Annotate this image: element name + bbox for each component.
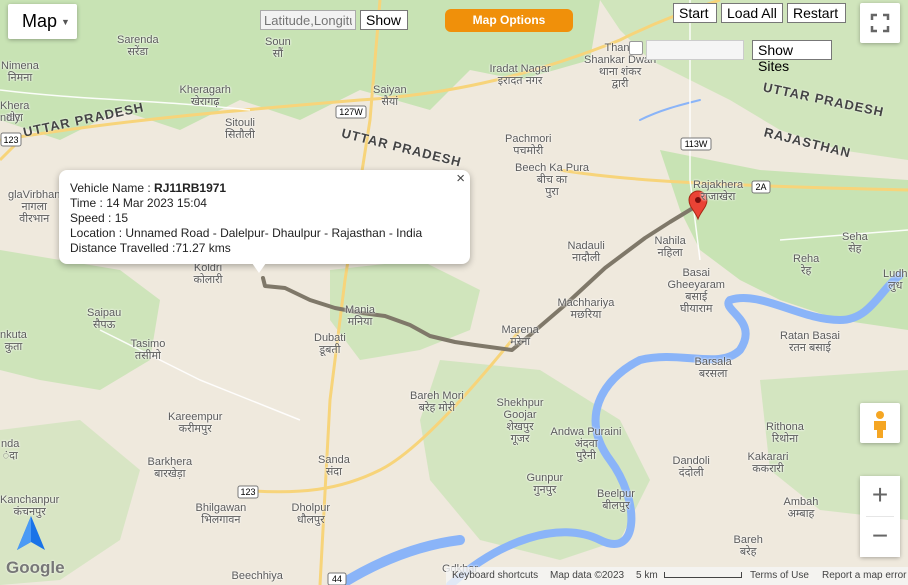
place-label: Beelpur बीलपुर	[597, 488, 635, 512]
scale-bar	[664, 572, 742, 578]
scale-label[interactable]: 5 km	[636, 570, 658, 581]
place-label: Dandoli दंदोली	[672, 455, 710, 479]
svg-text:123: 123	[3, 135, 18, 145]
place-label: Shekhpur Goojar शेखपुर गूजर	[496, 397, 544, 445]
fullscreen-button[interactable]	[860, 3, 900, 43]
place-label: Dholpur धौलपुर	[291, 502, 331, 526]
info-window-pointer	[252, 263, 266, 273]
place-label: Rithona रिथोना	[766, 421, 804, 445]
place-label: Sarenda सरेंडा	[117, 34, 159, 58]
google-logo: Google	[6, 558, 65, 577]
dropdown-arrow-icon: ▼	[61, 16, 70, 27]
place-label: Bareh Mori बरेह मोरी	[410, 390, 464, 414]
load-all-button[interactable]: Load All	[721, 3, 783, 23]
place-label: Nahila नहिला	[654, 235, 686, 259]
report-error-link[interactable]: Report a map error	[822, 570, 906, 581]
restart-button[interactable]: Restart	[787, 3, 846, 23]
vehicle-info-window: Vehicle Name : RJ11RB1971 Time : 14 Mar …	[59, 170, 470, 264]
map-footer: Keyboard shortcuts Map data ©2023 5 km T…	[446, 567, 908, 585]
start-button[interactable]: Start	[673, 3, 717, 23]
place-label: Basai Gheeyaram बसाई घीयाराम	[667, 267, 725, 315]
place-label: Ludh लुध	[883, 268, 908, 292]
location-row: Location : Unnamed Road - Dalelpur- Dhau…	[70, 226, 423, 240]
place-label: nkuta कुता	[0, 329, 27, 353]
place-label: Saiyan सैयां	[373, 84, 407, 108]
place-label: Kareempur करीमपुर	[168, 411, 223, 435]
place-label: Kakarari ककरारी	[747, 451, 789, 475]
terms-link[interactable]: Terms of Use	[750, 570, 809, 581]
place-label: Seha सेह	[842, 231, 868, 255]
place-label: Pachmori पचमोरी	[505, 133, 552, 157]
place-label: Ambah अम्बाह	[783, 496, 819, 520]
map-type-button[interactable]: Map ▼	[8, 4, 77, 39]
svg-text:113W: 113W	[685, 139, 708, 149]
place-label: Kheragarh खेरागढ़	[179, 84, 231, 108]
close-icon[interactable]: ×	[456, 171, 465, 186]
map-type-label: Map	[22, 11, 58, 31]
vehicle-name-value: RJ11RB1971	[154, 181, 227, 195]
svg-text:127W: 127W	[339, 107, 363, 117]
zoom-out-button[interactable]: −	[860, 517, 900, 557]
place-label: glaVirbhan नागला वीरभान	[8, 189, 61, 225]
vehicle-name-label: Vehicle Name :	[70, 181, 155, 195]
latlng-input[interactable]	[260, 10, 356, 30]
place-label: Beech Ka Pura बीच का पुरा	[515, 162, 589, 198]
time-row: Time : 14 Mar 2023 15:04	[70, 196, 207, 210]
vehicle-name-row: Vehicle Name : RJ11RB1971	[70, 181, 470, 196]
place-label: Marena मरेना	[501, 324, 539, 348]
place-label: Rajakhera राजाखेरा	[693, 179, 744, 203]
place-label: ndly	[0, 112, 21, 124]
street-view-button[interactable]	[860, 403, 900, 443]
place-label: Koldri कोलारी	[193, 262, 223, 286]
place-label: nda ंदा	[1, 438, 20, 462]
place-label: Machhariya मछरिया	[557, 297, 615, 321]
pegman-icon	[874, 411, 886, 438]
place-label: Sanda संदा	[318, 454, 350, 478]
place-label: Reha रेह	[793, 253, 820, 277]
show-button[interactable]: Show	[360, 10, 408, 30]
place-label: Saipau सैपऊ	[87, 307, 122, 331]
place-label: Dubati डूबती	[314, 332, 346, 356]
place-label: Barsala बरसला	[694, 356, 732, 380]
place-label: Nimena निमना	[1, 60, 39, 84]
place-label: Sitouli सितौली	[225, 117, 255, 141]
map-data-text: Map data ©2023	[550, 570, 625, 581]
speed-row: Speed : 15	[70, 211, 129, 225]
place-label: Andwa Puraini अंदवा पुरैनी	[550, 426, 622, 462]
place-label: Barkhera बारखेड़ा	[147, 456, 193, 480]
svg-text:2A: 2A	[755, 182, 766, 192]
place-label: Nadauli नादौली	[567, 240, 605, 264]
place-label: Mania मनिया	[345, 304, 375, 328]
svg-text:44: 44	[332, 574, 342, 584]
show-sites-checkbox[interactable]	[629, 41, 643, 55]
svg-text:123: 123	[240, 487, 255, 497]
place-label: Ratan Basai रतन बसाई	[780, 330, 840, 354]
fullscreen-icon	[870, 13, 890, 33]
place-label: Bareh बरेह	[733, 534, 763, 558]
show-sites-button[interactable]: Show Sites	[752, 40, 832, 74]
place-label: Gunpur गुनपुर	[526, 472, 564, 496]
navigation-arrow-icon[interactable]	[14, 514, 48, 554]
distance-row: Distance Travelled :71.27 kms	[70, 241, 231, 255]
place-label: Tasimo तसीमो	[130, 338, 166, 362]
zoom-in-button[interactable]: +	[860, 476, 900, 516]
place-label: Soun सौं	[265, 36, 291, 60]
place-label: Bhilgawan भिलगावन	[195, 502, 247, 526]
place-label: Iradat Nagar इरादत नगर	[489, 63, 551, 87]
map-options-button[interactable]: Map Options	[445, 9, 573, 32]
place-label: Beechhiya	[231, 570, 283, 582]
site-search-input[interactable]	[646, 40, 744, 60]
keyboard-shortcuts-link[interactable]: Keyboard shortcuts	[452, 570, 538, 581]
